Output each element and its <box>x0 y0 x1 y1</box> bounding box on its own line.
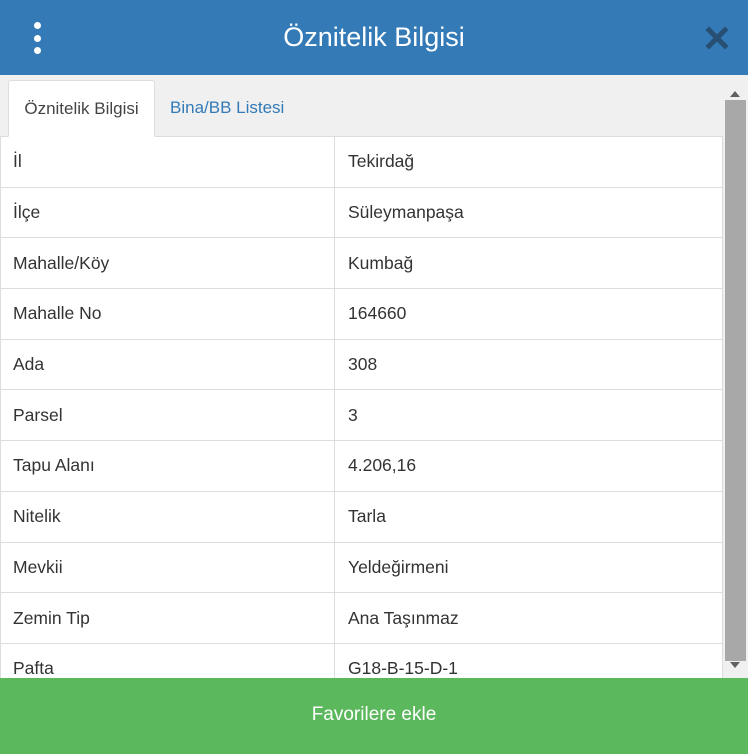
add-to-favorites-button[interactable]: Favorilere ekle <box>0 678 748 754</box>
vertical-scrollbar[interactable] <box>723 75 748 678</box>
attribute-label: Mevkii <box>1 542 335 593</box>
table-row: Zemin Tip Ana Taşınmaz <box>1 593 723 644</box>
table-row: Nitelik Tarla <box>1 491 723 543</box>
attribute-value: Kumbağ <box>335 238 723 289</box>
tab-bar: Öznitelik Bilgisi Bina/BB Listesi <box>0 75 723 137</box>
table-row: Mahalle No 164660 <box>1 289 723 340</box>
close-icon[interactable] <box>704 25 730 51</box>
attribute-value: 308 <box>335 339 723 390</box>
attribute-label: Nitelik <box>1 491 335 542</box>
attribute-label: Parsel <box>1 390 335 441</box>
attribute-value: Tekirdağ <box>335 137 723 187</box>
attribute-label: İl <box>1 137 335 187</box>
table-row: Mahalle/Köy Kumbağ <box>1 238 723 290</box>
table-row: Ada 308 <box>1 339 723 391</box>
attribute-label: Mahalle No <box>1 289 335 339</box>
attribute-table: İl Tekirdağ İlçe Süleymanpaşa Mahalle/Köy Kum… <box>0 137 723 678</box>
attribute-value: Ana Taşınmaz <box>335 593 723 643</box>
attribute-label: Ada <box>1 339 335 390</box>
table-row: Pafta G18-B-15-D-1 <box>1 643 723 678</box>
dialog-body: Öznitelik Bilgisi Bina/BB Listesi İl Teki… <box>0 75 748 678</box>
attribute-value: Yeldeğirmeni <box>335 542 723 593</box>
tab-building-list[interactable]: Bina/BB Listesi <box>158 80 296 137</box>
tab-attribute-info[interactable]: Öznitelik Bilgisi <box>8 80 155 137</box>
dialog-title: Öznitelik Bilgisi <box>283 22 465 52</box>
attribute-label: Mahalle/Köy <box>1 238 335 289</box>
attribute-label: Tapu Alanı <box>1 441 335 491</box>
dialog-header: Öznitelik Bilgisi <box>0 0 748 75</box>
scroll-thumb[interactable] <box>725 100 746 661</box>
table-row: İl Tekirdağ <box>1 137 723 188</box>
scroll-up-icon[interactable] <box>730 91 740 97</box>
attribute-label: Zemin Tip <box>1 593 335 643</box>
attribute-label: Pafta <box>1 643 335 678</box>
attribute-value: 164660 <box>335 289 723 339</box>
attribute-value: 3 <box>335 390 723 441</box>
table-row: Mevkii Yeldeğirmeni <box>1 542 723 594</box>
attribute-label: İlçe <box>1 187 335 238</box>
table-row: Parsel 3 <box>1 390 723 442</box>
table-row: İlçe Süleymanpaşa <box>1 187 723 239</box>
attribute-value: Tarla <box>335 491 723 542</box>
attribute-value: G18-B-15-D-1 <box>335 643 723 678</box>
attribute-value: 4.206,16 <box>335 441 723 491</box>
attribute-value: Süleymanpaşa <box>335 187 723 238</box>
table-row: Tapu Alanı 4.206,16 <box>1 441 723 492</box>
scroll-down-icon[interactable] <box>730 662 740 668</box>
